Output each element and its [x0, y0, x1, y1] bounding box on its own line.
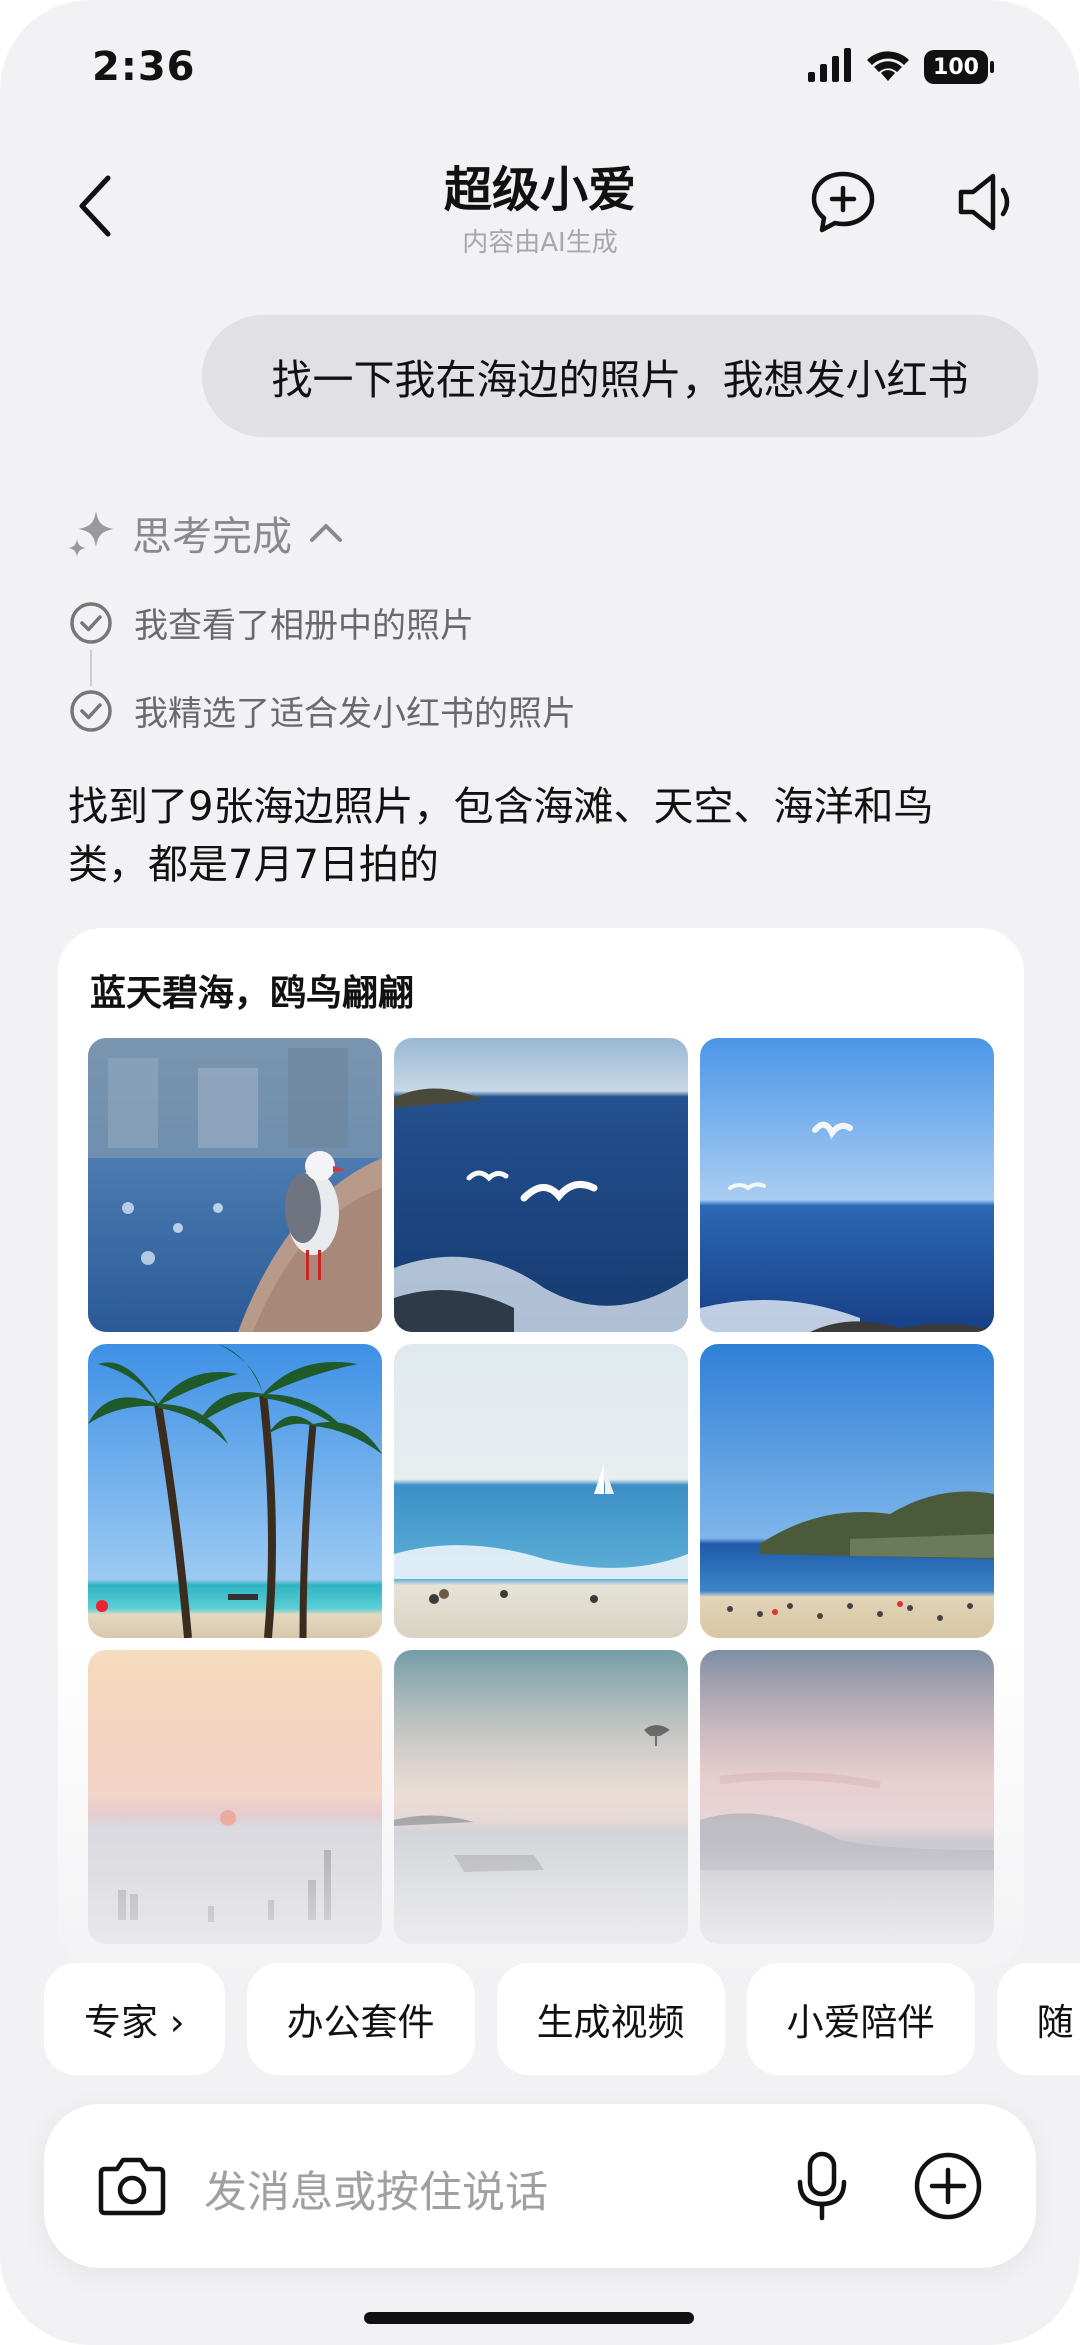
speaker-button[interactable] [950, 165, 1024, 239]
sparkle-icon [68, 511, 114, 557]
photo-seagull-on-wall[interactable] [88, 1038, 382, 1332]
page-subtitle: 内容由AI生成 [462, 228, 618, 258]
photo-sunset-silhouettes[interactable] [88, 1650, 382, 1944]
photo-grid [88, 1038, 994, 1944]
home-indicator [364, 2312, 694, 2324]
photo-seagulls-over-open-sea[interactable] [700, 1038, 994, 1332]
chat-plus-icon [811, 171, 875, 233]
chip-generate-video[interactable]: 生成视频 [496, 1963, 725, 2075]
thinking-step: 我精选了适合发小红书的照片 [68, 686, 576, 735]
check-circle-icon [70, 601, 112, 644]
page-title: 超级小爱 [443, 162, 636, 218]
thinking-step-text: 我查看了相册中的照片 [134, 606, 474, 646]
chip-office-suite[interactable]: 办公套件 [246, 1963, 475, 2075]
assistant-answer: 找到了9张海边照片，包含海滩、天空、海洋和鸟类，都是7月7日拍的 [68, 784, 934, 888]
photo-pink-dusk-hills[interactable] [700, 1650, 994, 1944]
microphone-button[interactable] [784, 2148, 860, 2224]
microphone-icon [797, 2151, 847, 2221]
thinking-step: 我查看了相册中的照片 [68, 598, 474, 647]
speaker-icon [958, 173, 1010, 231]
user-message-bubble: 找一下我在海边的照片，我想发小红书 [202, 315, 1038, 437]
album-title: 蓝天碧海，鸥鸟翩翩 [90, 973, 415, 1014]
thinking-toggle[interactable]: 思考完成 [66, 504, 346, 562]
photo-seagulls-over-waves[interactable] [394, 1038, 688, 1332]
message-input[interactable]: 发消息或按住说话 [204, 2158, 548, 2220]
chip-xiaoai-companion[interactable]: 小爱陪伴 [746, 1963, 975, 2075]
add-attachment-button[interactable] [910, 2148, 986, 2224]
new-chat-button[interactable] [806, 165, 880, 239]
chip-expert[interactable]: 专家 › [44, 1963, 225, 2075]
photo-coastal-beach-headland[interactable] [700, 1344, 994, 1638]
signal-icon [808, 48, 852, 86]
step-connector [90, 650, 92, 686]
status-icons: 100 [808, 48, 994, 86]
thinking-step-text: 我精选了适合发小红书的照片 [134, 694, 576, 734]
photo-sailboat-and-waves[interactable] [394, 1344, 688, 1638]
chevron-up-icon [310, 524, 342, 542]
photo-paraglider-dusk[interactable] [394, 1650, 688, 1944]
quick-action-chips: 专家 › 办公套件 生成视频 小爱陪伴 随 [44, 1963, 1080, 2075]
thinking-status: 思考完成 [132, 514, 292, 560]
camera-button[interactable] [94, 2148, 170, 2224]
plus-circle-icon [914, 2152, 982, 2220]
photo-palm-trees-beach[interactable] [88, 1344, 382, 1638]
wifi-icon [866, 48, 910, 86]
camera-icon [98, 2157, 166, 2216]
chip-random[interactable]: 随 [996, 1963, 1080, 2075]
photo-album-card[interactable]: 蓝天碧海，鸥鸟翩翩 [58, 928, 1024, 1968]
app-screen: 2:36 100 超级小爱 内容由AI生成 找一下我在海边的照片，我想发小红书 … [0, 0, 1080, 2345]
check-circle-icon [70, 689, 112, 732]
battery-indicator: 100 [924, 50, 994, 84]
status-time: 2:36 [92, 44, 196, 90]
message-input-bar[interactable]: 发消息或按住说话 [44, 2104, 1036, 2268]
